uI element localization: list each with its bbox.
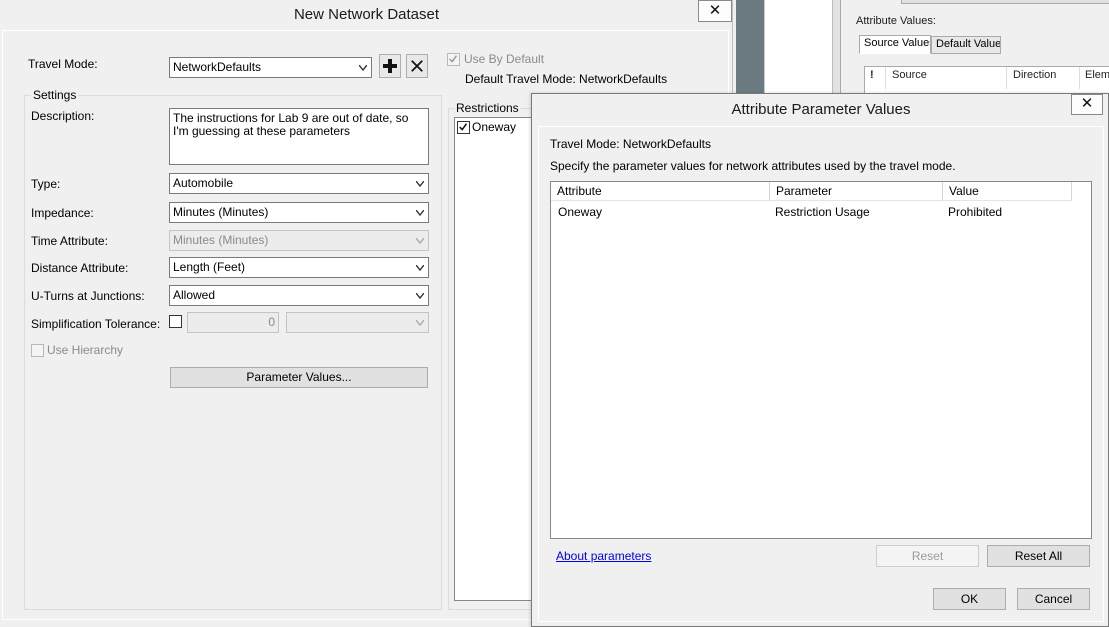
distance-attribute-value: Length (Feet) xyxy=(173,260,246,274)
column-header-parameter[interactable]: Parameter xyxy=(770,182,943,201)
restriction-oneway-checkbox[interactable] xyxy=(457,121,470,134)
simplification-checkbox[interactable] xyxy=(169,315,182,328)
close-icon: ✕ xyxy=(708,2,722,19)
grid-header-source[interactable]: Source xyxy=(892,69,927,81)
chevron-down-icon xyxy=(416,181,424,187)
checkmark-icon xyxy=(459,123,468,131)
simplification-label: Simplification Tolerance: xyxy=(31,317,161,331)
grid-header-element[interactable]: Eleme xyxy=(1085,69,1109,81)
travel-mode-text: Travel Mode: NetworkDefaults xyxy=(550,137,711,151)
reset-button[interactable]: Reset xyxy=(876,545,979,567)
use-by-default-checkbox[interactable] xyxy=(447,53,460,66)
checkmark-icon xyxy=(449,55,458,63)
dialog-title: Attribute Parameter Values xyxy=(731,101,911,118)
use-by-default-label: Use By Default xyxy=(464,52,545,66)
reset-all-button[interactable]: Reset All xyxy=(987,545,1090,567)
add-travel-mode-button[interactable] xyxy=(379,54,401,78)
chevron-down-icon xyxy=(416,265,424,271)
time-attribute-value: Minutes (Minutes) xyxy=(173,233,269,247)
chevron-down-icon xyxy=(416,320,424,326)
use-hierarchy-label: Use Hierarchy xyxy=(47,343,124,357)
attribute-values-label: Attribute Values: xyxy=(856,15,936,27)
attribute-parameter-values-dialog: Attribute Parameter Values ✕ Travel Mode… xyxy=(531,93,1109,627)
about-parameters-link[interactable]: About parameters xyxy=(556,549,651,563)
description-label: Description: xyxy=(31,109,95,123)
travel-mode-value: NetworkDefaults xyxy=(173,60,262,74)
table-row[interactable]: Oneway Restriction Usage Prohibited xyxy=(551,202,1091,222)
simplification-value-input[interactable]: 0 xyxy=(187,312,279,333)
default-travel-mode-text: Default Travel Mode: NetworkDefaults xyxy=(465,72,668,86)
simplification-units-dropdown[interactable] xyxy=(286,312,429,333)
grid-header-direction[interactable]: Direction xyxy=(1013,69,1056,81)
uturns-label: U-Turns at Junctions: xyxy=(31,289,145,303)
tab-default-values[interactable]: Default Values xyxy=(931,36,1001,54)
distance-attribute-dropdown[interactable]: Length (Feet) xyxy=(169,257,429,278)
parameter-grid[interactable]: Attribute Parameter Value Oneway Restric… xyxy=(550,181,1092,539)
chevron-down-icon xyxy=(416,210,424,216)
description-textarea[interactable]: The instructions for Lab 9 are out of da… xyxy=(169,108,429,165)
travel-mode-dropdown[interactable]: NetworkDefaults xyxy=(169,57,372,78)
chevron-down-icon xyxy=(416,293,424,299)
chevron-down-icon xyxy=(416,238,424,244)
close-button[interactable]: ✕ xyxy=(1071,94,1103,115)
close-icon: ✕ xyxy=(1080,95,1094,112)
uturns-dropdown[interactable]: Allowed xyxy=(169,285,429,306)
use-hierarchy-checkbox[interactable] xyxy=(31,344,44,357)
time-attribute-label: Time Attribute: xyxy=(31,234,108,248)
restrictions-label: Restrictions xyxy=(455,101,520,115)
uturns-value: Allowed xyxy=(173,288,216,302)
impedance-label: Impedance: xyxy=(31,206,94,220)
background-button-fragment[interactable] xyxy=(901,0,1109,4)
about-parameters-text: About parameters xyxy=(556,549,652,563)
parameter-values-button[interactable]: Parameter Values... xyxy=(170,367,428,388)
delete-travel-mode-button[interactable] xyxy=(406,54,428,78)
source-values-grid[interactable]: ! Source Direction Eleme xyxy=(864,66,1109,96)
cell-value[interactable]: Prohibited xyxy=(948,205,1002,219)
restriction-oneway-label: Oneway xyxy=(472,120,517,134)
settings-label: Settings xyxy=(31,88,79,102)
cell-attribute: Oneway xyxy=(558,205,603,219)
type-label: Type: xyxy=(31,177,61,191)
type-value: Automobile xyxy=(173,176,234,190)
distance-attribute-label: Distance Attribute: xyxy=(31,261,129,275)
close-button[interactable]: ✕ xyxy=(698,0,732,22)
ok-button[interactable]: OK xyxy=(933,588,1006,610)
column-header-attribute[interactable]: Attribute xyxy=(551,182,770,201)
plus-icon xyxy=(383,59,397,73)
delete-x-icon xyxy=(411,60,423,72)
chevron-down-icon xyxy=(359,65,367,71)
tab-source-values[interactable]: Source Values xyxy=(859,35,931,54)
impedance-dropdown[interactable]: Minutes (Minutes) xyxy=(169,202,429,223)
type-dropdown[interactable]: Automobile xyxy=(169,173,429,194)
cell-parameter: Restriction Usage xyxy=(775,205,870,219)
time-attribute-dropdown[interactable]: Minutes (Minutes) xyxy=(169,230,429,251)
cancel-button[interactable]: Cancel xyxy=(1017,588,1090,610)
dialog-title: New Network Dataset xyxy=(293,6,440,23)
column-header-value[interactable]: Value xyxy=(943,182,1072,201)
travel-mode-label: Travel Mode: xyxy=(28,57,98,71)
instructions-text: Specify the parameter values for network… xyxy=(550,159,956,173)
impedance-value: Minutes (Minutes) xyxy=(173,205,269,219)
restrictions-list[interactable]: Oneway xyxy=(454,117,538,601)
grid-header-flag[interactable]: ! xyxy=(870,69,874,81)
